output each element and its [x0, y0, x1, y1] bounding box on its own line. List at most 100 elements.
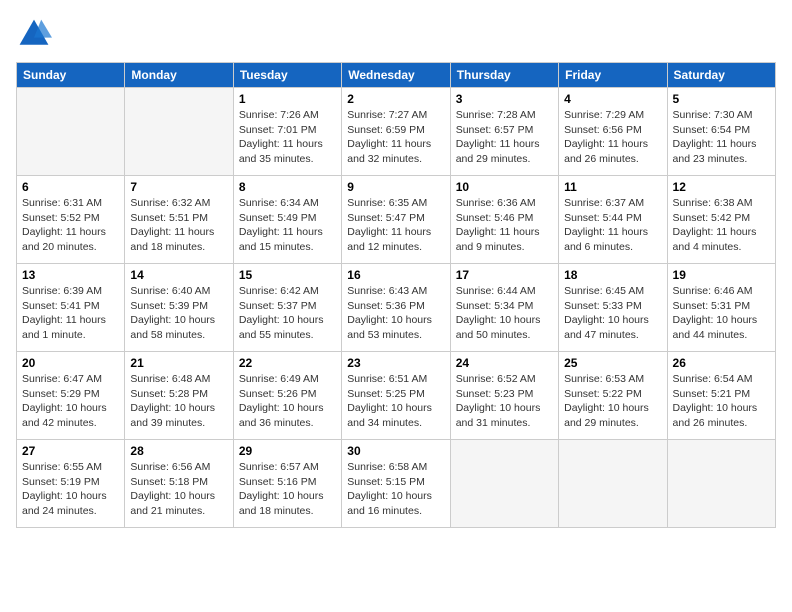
calendar-cell: 19Sunrise: 6:46 AMSunset: 5:31 PMDayligh…	[667, 264, 775, 352]
logo	[16, 16, 56, 52]
day-info: Sunrise: 7:27 AMSunset: 6:59 PMDaylight:…	[347, 108, 444, 167]
calendar-cell: 10 Sunrise: 6:36 AMSunset: 5:46 PMDayligh…	[450, 176, 558, 264]
calendar-cell: 22Sunrise: 6:49 AMSunset: 5:26 PMDayligh…	[233, 352, 341, 440]
day-number: 1	[239, 92, 336, 106]
day-info: Sunrise: 6:51 AMSunset: 5:25 PMDaylight:…	[347, 372, 444, 431]
day-info: Sunrise: 6:55 AMSunset: 5:19 PMDaylight:…	[22, 460, 119, 519]
calendar-cell: 16 Sunrise: 6:43 AMSunset: 5:36 PMDayligh…	[342, 264, 450, 352]
day-number: 19	[673, 268, 770, 282]
day-number: 24	[456, 356, 553, 370]
day-number: 12	[673, 180, 770, 194]
day-info: Sunrise: 6:31 AMSunset: 5:52 PMDaylight:…	[22, 196, 119, 255]
day-number: 11	[564, 180, 661, 194]
day-info: Sunrise: 7:30 AMSunset: 6:54 PMDaylight:…	[673, 108, 770, 167]
calendar-col-wednesday: Wednesday	[342, 63, 450, 88]
calendar-cell: 12 Sunrise: 6:38 AMSunset: 5:42 PMDayligh…	[667, 176, 775, 264]
day-info: Sunrise: 6:43 AMSunset: 5:36 PMDaylight:…	[347, 284, 444, 343]
calendar-col-friday: Friday	[559, 63, 667, 88]
day-number: 25	[564, 356, 661, 370]
day-number: 3	[456, 92, 553, 106]
calendar-cell: 11 Sunrise: 6:37 AMSunset: 5:44 PMDayligh…	[559, 176, 667, 264]
day-info: Sunrise: 6:49 AMSunset: 5:26 PMDaylight:…	[239, 372, 336, 431]
calendar-week-1: 1 Sunrise: 7:26 AMSunset: 7:01 PMDaylight…	[17, 88, 776, 176]
day-number: 7	[130, 180, 227, 194]
calendar-cell	[17, 88, 125, 176]
calendar-col-monday: Monday	[125, 63, 233, 88]
calendar-cell: 17 Sunrise: 6:44 AMSunset: 5:34 PMDayligh…	[450, 264, 558, 352]
logo-icon	[16, 16, 52, 52]
calendar-body: 1 Sunrise: 7:26 AMSunset: 7:01 PMDaylight…	[17, 88, 776, 528]
calendar-cell: 23 Sunrise: 6:51 AMSunset: 5:25 PMDayligh…	[342, 352, 450, 440]
day-number: 21	[130, 356, 227, 370]
day-number: 10	[456, 180, 553, 194]
calendar-cell: 24 Sunrise: 6:52 AMSunset: 5:23 PMDayligh…	[450, 352, 558, 440]
calendar-cell: 9 Sunrise: 6:35 AMSunset: 5:47 PMDaylight…	[342, 176, 450, 264]
calendar-cell: 15 Sunrise: 6:42 AMSunset: 5:37 PMDayligh…	[233, 264, 341, 352]
day-info: Sunrise: 6:32 AMSunset: 5:51 PMDaylight:…	[130, 196, 227, 255]
calendar-cell: 6 Sunrise: 6:31 AMSunset: 5:52 PMDaylight…	[17, 176, 125, 264]
day-number: 5	[673, 92, 770, 106]
calendar-week-5: 27 Sunrise: 6:55 AMSunset: 5:19 PMDayligh…	[17, 440, 776, 528]
calendar-cell: 1 Sunrise: 7:26 AMSunset: 7:01 PMDaylight…	[233, 88, 341, 176]
day-info: Sunrise: 6:52 AMSunset: 5:23 PMDaylight:…	[456, 372, 553, 431]
day-info: Sunrise: 6:48 AMSunset: 5:28 PMDaylight:…	[130, 372, 227, 431]
day-number: 14	[130, 268, 227, 282]
day-number: 4	[564, 92, 661, 106]
day-info: Sunrise: 6:53 AMSunset: 5:22 PMDaylight:…	[564, 372, 661, 431]
calendar-cell: 21 Sunrise: 6:48 AMSunset: 5:28 PMDayligh…	[125, 352, 233, 440]
day-info: Sunrise: 6:39 AMSunset: 5:41 PMDaylight:…	[22, 284, 119, 343]
day-info: Sunrise: 6:47 AMSunset: 5:29 PMDaylight:…	[22, 372, 119, 431]
calendar-cell: 4 Sunrise: 7:29 AMSunset: 6:56 PMDaylight…	[559, 88, 667, 176]
calendar-cell: 29 Sunrise: 6:57 AMSunset: 5:16 PMDayligh…	[233, 440, 341, 528]
day-number: 16	[347, 268, 444, 282]
calendar-cell: 5 Sunrise: 7:30 AMSunset: 6:54 PMDaylight…	[667, 88, 775, 176]
calendar-cell: 7 Sunrise: 6:32 AMSunset: 5:51 PMDaylight…	[125, 176, 233, 264]
day-number: 17	[456, 268, 553, 282]
calendar-cell	[667, 440, 775, 528]
day-number: 27	[22, 444, 119, 458]
calendar-cell: 13Sunrise: 6:39 AMSunset: 5:41 PMDayligh…	[17, 264, 125, 352]
day-info: Sunrise: 6:38 AMSunset: 5:42 PMDaylight:…	[673, 196, 770, 255]
calendar-cell: 2Sunrise: 7:27 AMSunset: 6:59 PMDaylight…	[342, 88, 450, 176]
calendar-cell: 30 Sunrise: 6:58 AMSunset: 5:15 PMDayligh…	[342, 440, 450, 528]
day-info: Sunrise: 6:44 AMSunset: 5:34 PMDaylight:…	[456, 284, 553, 343]
calendar-week-3: 13Sunrise: 6:39 AMSunset: 5:41 PMDayligh…	[17, 264, 776, 352]
calendar-col-saturday: Saturday	[667, 63, 775, 88]
day-number: 26	[673, 356, 770, 370]
day-number: 30	[347, 444, 444, 458]
calendar-cell	[559, 440, 667, 528]
day-info: Sunrise: 7:29 AMSunset: 6:56 PMDaylight:…	[564, 108, 661, 167]
calendar-table: SundayMondayTuesdayWednesdayThursdayFrid…	[16, 62, 776, 528]
day-info: Sunrise: 6:56 AMSunset: 5:18 PMDaylight:…	[130, 460, 227, 519]
day-number: 8	[239, 180, 336, 194]
calendar-col-tuesday: Tuesday	[233, 63, 341, 88]
calendar-col-sunday: Sunday	[17, 63, 125, 88]
calendar-cell	[125, 88, 233, 176]
calendar-cell: 3 Sunrise: 7:28 AMSunset: 6:57 PMDaylight…	[450, 88, 558, 176]
day-info: Sunrise: 6:36 AMSunset: 5:46 PMDaylight:…	[456, 196, 553, 255]
calendar-cell: 28Sunrise: 6:56 AMSunset: 5:18 PMDayligh…	[125, 440, 233, 528]
day-info: Sunrise: 6:37 AMSunset: 5:44 PMDaylight:…	[564, 196, 661, 255]
day-number: 23	[347, 356, 444, 370]
day-info: Sunrise: 6:45 AMSunset: 5:33 PMDaylight:…	[564, 284, 661, 343]
day-number: 6	[22, 180, 119, 194]
day-number: 9	[347, 180, 444, 194]
page-header	[16, 16, 776, 52]
calendar-cell: 18Sunrise: 6:45 AMSunset: 5:33 PMDayligh…	[559, 264, 667, 352]
day-info: Sunrise: 6:34 AMSunset: 5:49 PMDaylight:…	[239, 196, 336, 255]
calendar-cell: 27 Sunrise: 6:55 AMSunset: 5:19 PMDayligh…	[17, 440, 125, 528]
day-info: Sunrise: 6:35 AMSunset: 5:47 PMDaylight:…	[347, 196, 444, 255]
day-info: Sunrise: 6:58 AMSunset: 5:15 PMDaylight:…	[347, 460, 444, 519]
day-info: Sunrise: 6:57 AMSunset: 5:16 PMDaylight:…	[239, 460, 336, 519]
calendar-cell	[450, 440, 558, 528]
day-info: Sunrise: 7:28 AMSunset: 6:57 PMDaylight:…	[456, 108, 553, 167]
calendar-cell: 8 Sunrise: 6:34 AMSunset: 5:49 PMDaylight…	[233, 176, 341, 264]
calendar-week-2: 6 Sunrise: 6:31 AMSunset: 5:52 PMDaylight…	[17, 176, 776, 264]
day-number: 29	[239, 444, 336, 458]
day-info: Sunrise: 6:54 AMSunset: 5:21 PMDaylight:…	[673, 372, 770, 431]
day-info: Sunrise: 7:26 AMSunset: 7:01 PMDaylight:…	[239, 108, 336, 167]
day-info: Sunrise: 6:42 AMSunset: 5:37 PMDaylight:…	[239, 284, 336, 343]
day-number: 15	[239, 268, 336, 282]
calendar-cell: 26 Sunrise: 6:54 AMSunset: 5:21 PMDayligh…	[667, 352, 775, 440]
calendar-header-row: SundayMondayTuesdayWednesdayThursdayFrid…	[17, 63, 776, 88]
